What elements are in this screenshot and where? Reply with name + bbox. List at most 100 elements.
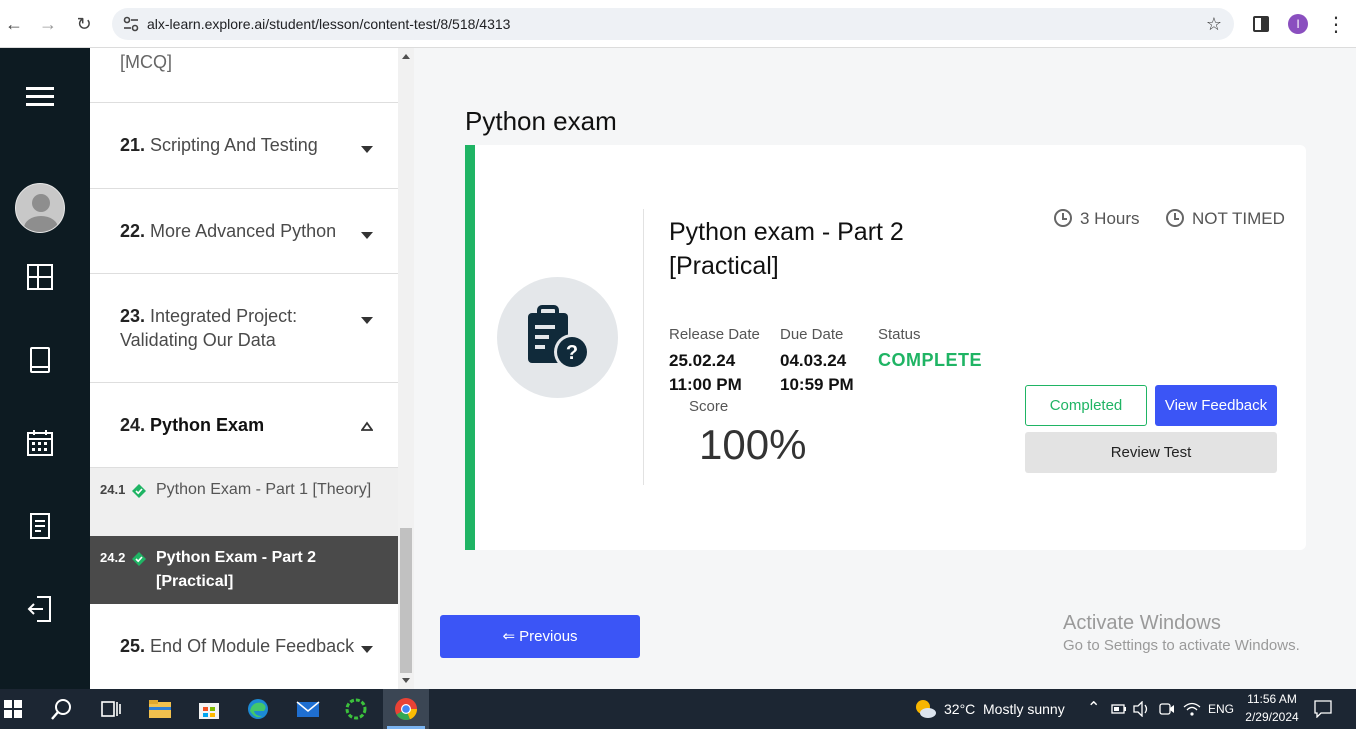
clock-time[interactable]: 11:56 AM bbox=[1240, 692, 1304, 706]
windows-start-icon[interactable] bbox=[4, 700, 22, 718]
clock-icon bbox=[1054, 209, 1072, 227]
address-bar[interactable]: alx-learn.explore.ai/student/lesson/cont… bbox=[112, 8, 1234, 40]
scroll-down-icon[interactable] bbox=[402, 678, 410, 683]
chevron-down-icon[interactable] bbox=[361, 317, 373, 324]
mail-icon[interactable] bbox=[296, 697, 320, 721]
calendar-icon[interactable] bbox=[25, 428, 55, 458]
list-item-21[interactable]: 21. Scripting And Testing bbox=[90, 103, 398, 189]
due-date: 04.03.24 bbox=[780, 351, 847, 370]
site-info-icon[interactable] bbox=[122, 15, 140, 33]
sidebar-scrollbar[interactable] bbox=[398, 48, 414, 689]
view-feedback-button[interactable]: View Feedback bbox=[1155, 385, 1277, 426]
volume-icon[interactable] bbox=[1133, 701, 1151, 717]
clipboard-question-icon: ? bbox=[528, 305, 590, 370]
chrome-icon[interactable] bbox=[394, 697, 418, 721]
left-nav-rail bbox=[0, 48, 90, 689]
subitem-title: Python Exam - Part 1 [Theory] bbox=[156, 481, 372, 498]
activate-subtitle: Go to Settings to activate Windows. bbox=[1063, 637, 1300, 654]
duration: 3 Hours bbox=[1054, 209, 1140, 229]
main-content: Python exam ? Python exam - Part 2 [Prac… bbox=[414, 48, 1356, 689]
url-text[interactable]: alx-learn.explore.ai/student/lesson/cont… bbox=[147, 16, 510, 32]
chevron-up-icon[interactable]: ⌃ bbox=[1087, 698, 1100, 718]
chevron-down-icon[interactable] bbox=[361, 646, 373, 653]
logout-icon[interactable] bbox=[25, 594, 55, 624]
chevron-down-icon[interactable] bbox=[361, 146, 373, 153]
weather-text[interactable]: Mostly sunny bbox=[983, 701, 1065, 717]
scrollbar-thumb[interactable] bbox=[400, 528, 412, 673]
list-item[interactable]: [MCQ] bbox=[90, 48, 398, 103]
list-item-24[interactable]: 24. Python Exam bbox=[90, 383, 398, 468]
loader-app-icon[interactable] bbox=[344, 697, 368, 721]
wifi-icon[interactable] bbox=[1183, 701, 1201, 717]
book-icon[interactable] bbox=[25, 345, 55, 375]
scroll-up-icon[interactable] bbox=[402, 54, 410, 59]
chevron-up-icon[interactable] bbox=[361, 420, 373, 432]
file-explorer-icon[interactable] bbox=[148, 697, 172, 721]
check-badge-icon bbox=[132, 552, 146, 566]
review-test-button[interactable]: Review Test bbox=[1025, 432, 1277, 473]
release-time: 11:00 PM bbox=[669, 375, 742, 394]
list-item-label: 22. More Advanced Python bbox=[120, 221, 337, 241]
store-icon[interactable] bbox=[197, 697, 221, 721]
release-date: 25.02.24 bbox=[669, 351, 736, 370]
activate-title: Activate Windows bbox=[1063, 612, 1221, 634]
task-view-icon[interactable] bbox=[99, 697, 123, 721]
subitem-24-1[interactable]: 24.1 Python Exam - Part 1 [Theory] bbox=[90, 468, 398, 536]
forward-icon[interactable]: → bbox=[36, 12, 60, 36]
weather-sun-icon[interactable] bbox=[913, 698, 937, 720]
list-item-label: 23. Integrated Project: Validating Our D… bbox=[120, 306, 298, 350]
clock-icon bbox=[1166, 209, 1184, 227]
card-divider bbox=[643, 209, 644, 485]
list-item-label: 21. Scripting And Testing bbox=[120, 135, 318, 155]
list-item-22[interactable]: 22. More Advanced Python bbox=[90, 189, 398, 274]
list-item-label: 25. End Of Module Feedback bbox=[120, 636, 355, 656]
clock-date[interactable]: 2/29/2024 bbox=[1240, 710, 1304, 724]
subitem-number: 24.2 bbox=[100, 550, 126, 565]
check-badge-icon bbox=[132, 484, 146, 498]
profile-avatar[interactable]: I bbox=[1288, 14, 1308, 34]
list-item-23[interactable]: 23. Integrated Project: Validating Our D… bbox=[90, 274, 398, 383]
avatar[interactable] bbox=[15, 183, 65, 233]
status-badge: COMPLETE bbox=[878, 350, 983, 370]
weather-temp[interactable]: 32°C bbox=[944, 701, 975, 717]
course-outline: [MCQ] 21. Scripting And Testing 22. More… bbox=[90, 48, 398, 689]
back-icon[interactable]: ← bbox=[2, 12, 26, 36]
search-icon[interactable] bbox=[50, 697, 74, 721]
list-item-label: [MCQ] bbox=[120, 52, 172, 72]
document-icon[interactable] bbox=[25, 511, 55, 541]
status-label: Status bbox=[878, 326, 921, 343]
chevron-down-icon[interactable] bbox=[361, 232, 373, 239]
activate-windows-watermark: Activate Windows Go to Settings to activ… bbox=[1063, 612, 1300, 654]
taskbar: 32°C Mostly sunny ⌃ ENG 11:56 AM 2/29/20… bbox=[0, 689, 1356, 729]
due-date-label: Due Date bbox=[780, 326, 844, 343]
more-menu-icon[interactable]: ⋮ bbox=[1326, 12, 1346, 37]
previous-button[interactable]: ⇐ Previous bbox=[440, 615, 640, 658]
reload-icon[interactable]: ↻ bbox=[72, 12, 96, 36]
due-time: 10:59 PM bbox=[780, 375, 854, 394]
svg-text:?: ? bbox=[566, 342, 578, 364]
bookmark-star-icon[interactable]: ☆ bbox=[1206, 14, 1222, 35]
timed-status: NOT TIMED bbox=[1166, 209, 1285, 229]
language-indicator[interactable]: ENG bbox=[1208, 702, 1234, 716]
battery-icon[interactable] bbox=[1111, 701, 1127, 717]
dashboard-icon[interactable] bbox=[25, 262, 55, 292]
meet-now-icon[interactable] bbox=[1159, 701, 1175, 717]
notifications-icon[interactable] bbox=[1314, 700, 1332, 718]
hamburger-icon[interactable] bbox=[25, 82, 55, 112]
score-label: Score bbox=[689, 398, 729, 415]
completed-button[interactable]: Completed bbox=[1025, 385, 1147, 426]
browser-toolbar: ← → ↻ alx-learn.explore.ai/student/lesso… bbox=[0, 0, 1356, 48]
subitem-24-2[interactable]: 24.2 Python Exam - Part 2 [Practical] bbox=[90, 536, 398, 604]
side-panel-icon[interactable] bbox=[1253, 16, 1269, 32]
subitem-title: Python Exam - Part 2 [Practical] bbox=[156, 549, 317, 590]
exam-title: Python exam - Part 2 [Practical] bbox=[669, 218, 904, 280]
list-item-25[interactable]: 25. End Of Module Feedback bbox=[90, 604, 398, 689]
edge-icon[interactable] bbox=[246, 697, 270, 721]
release-date-label: Release Date bbox=[669, 326, 760, 343]
page-title: Python exam bbox=[465, 106, 617, 136]
list-item-label: 24. Python Exam bbox=[120, 415, 265, 435]
score-value: 100% bbox=[699, 421, 807, 468]
subitem-number: 24.1 bbox=[100, 482, 126, 497]
user-silhouette-icon bbox=[24, 194, 58, 232]
exam-icon-circle: ? bbox=[497, 277, 618, 398]
